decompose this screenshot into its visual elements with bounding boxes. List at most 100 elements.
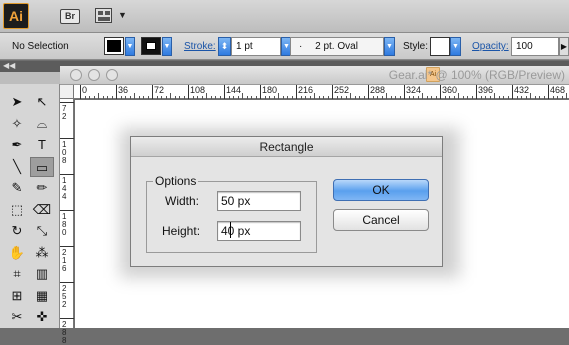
pencil-icon[interactable]: ✏ xyxy=(30,178,54,198)
type-tool-icon[interactable]: T xyxy=(30,135,54,155)
stroke-weight-stepper-icon[interactable]: ⬍ xyxy=(218,37,231,56)
arrange-documents-icon[interactable] xyxy=(95,8,112,23)
stroke-weight-field[interactable]: 1 pt xyxy=(231,37,281,56)
ruler-minor-tick xyxy=(102,96,104,99)
ruler-minor-tick xyxy=(89,96,90,99)
lasso-icon[interactable]: ⌓ xyxy=(30,114,54,134)
ruler-minor-tick xyxy=(84,96,86,99)
ruler-minor-tick xyxy=(201,96,203,99)
brush-definition-field[interactable]: · 2 pt. Oval xyxy=(290,37,384,56)
direct-selection-tool-icon[interactable]: ↖ xyxy=(30,92,54,112)
fill-dropdown-caret-icon[interactable]: ▼ xyxy=(125,37,135,56)
ruler-tick xyxy=(188,85,189,99)
ruler-minor-tick xyxy=(431,96,432,99)
opacity-field[interactable]: 100 xyxy=(511,37,559,56)
ruler-minor-tick xyxy=(318,96,320,99)
stroke-label[interactable]: Stroke: xyxy=(184,41,216,52)
ruler-label: 7 2 xyxy=(62,104,67,121)
magic-wand-icon[interactable]: ✧ xyxy=(5,114,29,134)
fill-swatch[interactable] xyxy=(104,37,124,55)
eraser-icon[interactable]: ⌫ xyxy=(30,200,54,220)
ruler-minor-tick xyxy=(192,96,194,99)
ruler-minor-tick xyxy=(467,96,468,99)
ruler-label: 72 xyxy=(154,85,165,95)
graph-tool-icon[interactable]: ▥ xyxy=(30,264,54,284)
ruler-minor-tick xyxy=(278,93,279,99)
ruler-tick xyxy=(332,85,333,99)
ruler-tick xyxy=(260,85,261,99)
ruler-minor-tick xyxy=(557,96,558,99)
zoom-window-icon[interactable] xyxy=(106,69,118,81)
warp-tool-icon[interactable]: ✋ xyxy=(5,243,29,263)
graphic-style-swatch[interactable] xyxy=(430,37,450,56)
bridge-button[interactable]: Br xyxy=(60,9,80,24)
pen-tool-icon[interactable]: ✒ xyxy=(5,135,29,155)
ruler-minor-tick xyxy=(165,96,167,99)
ruler-minor-tick xyxy=(98,93,99,99)
ruler-minor-tick xyxy=(372,96,374,99)
eyedropper-icon[interactable]: ✂ xyxy=(5,307,29,327)
ruler-tick xyxy=(60,174,74,175)
width-input[interactable]: 50 px xyxy=(217,191,301,211)
ruler-minor-tick xyxy=(251,96,252,99)
ruler-label: 2 5 2 xyxy=(62,284,67,309)
free-transform-icon[interactable]: ⁂ xyxy=(30,243,54,263)
style-label: Style: xyxy=(403,41,429,52)
document-title: Gear.ai* @ 100% (RGB/Preview) xyxy=(388,68,565,82)
symbol-sprayer-icon[interactable]: ⌗ xyxy=(5,264,29,284)
ruler-minor-tick xyxy=(485,96,486,99)
opacity-label[interactable]: Opacity: xyxy=(472,41,509,52)
ruler-origin[interactable] xyxy=(60,85,74,99)
ruler-minor-tick xyxy=(336,96,338,99)
ruler-minor-tick xyxy=(386,93,387,99)
ruler-minor-tick xyxy=(327,96,329,99)
ruler-minor-tick xyxy=(174,96,176,99)
brush-dropdown-caret-icon[interactable]: ▼ xyxy=(384,37,395,56)
blob-brush-icon[interactable]: ⬚ xyxy=(5,200,29,220)
ruler-minor-tick xyxy=(507,96,509,99)
vertical-ruler[interactable]: 7 2 1 0 8 1 4 4 1 8 0 2 1 6 2 5 2 2 8 8 xyxy=(60,85,74,345)
rotate-tool-icon[interactable]: ↻ xyxy=(5,221,29,241)
ruler-minor-tick xyxy=(377,96,378,99)
ruler-tick xyxy=(404,85,405,99)
control-bar: No Selection ▼ ▼ Stroke: ⬍ 1 pt ▼ · 2 pt… xyxy=(0,33,569,60)
line-tool-icon[interactable]: ╲ xyxy=(5,157,29,177)
ruler-tick xyxy=(60,318,74,319)
stroke-color-dropdown-caret-icon[interactable]: ▼ xyxy=(162,37,172,56)
ruler-label: 2 8 8 xyxy=(62,320,67,345)
ruler-minor-tick xyxy=(503,96,504,99)
ruler-tick xyxy=(368,85,369,99)
ruler-minor-tick xyxy=(125,96,126,99)
gradient-tool-icon[interactable]: ▦ xyxy=(30,286,54,306)
arrange-dropdown-caret-icon[interactable]: ▼ xyxy=(118,10,127,20)
cancel-button[interactable]: Cancel xyxy=(333,209,429,231)
ruler-minor-tick xyxy=(282,96,284,99)
ruler-minor-tick xyxy=(462,96,464,99)
ruler-minor-tick xyxy=(494,93,495,99)
scale-tool-icon[interactable]: ⤡ xyxy=(30,221,54,241)
ruler-label: 252 xyxy=(334,85,350,95)
horizontal-ruler[interactable]: 0 36 72 108 144 180 216 252 288 324 360 396 432 468 xyxy=(74,85,569,99)
opacity-arrow-icon[interactable]: ▶ xyxy=(559,37,569,56)
rectangle-dialog: Rectangle Options Width: 50 px Height: 4… xyxy=(130,136,443,267)
rectangle-tool-icon[interactable]: ▭ xyxy=(30,156,54,177)
ruler-minor-tick xyxy=(183,96,185,99)
ruler-tick xyxy=(476,85,477,99)
mesh-tool-icon[interactable]: ⊞ xyxy=(5,286,29,306)
ruler-label: 432 xyxy=(514,85,530,95)
ok-button[interactable]: OK xyxy=(333,179,429,201)
paintbrush-icon[interactable]: ✎ xyxy=(5,178,29,198)
selection-status: No Selection xyxy=(12,41,69,52)
minimize-window-icon[interactable] xyxy=(88,69,100,81)
close-window-icon[interactable] xyxy=(70,69,82,81)
style-dropdown-caret-icon[interactable]: ▼ xyxy=(450,37,461,56)
selection-tool-icon[interactable]: ➤ xyxy=(5,92,29,112)
document-title-bar[interactable]: Ai Gear.ai* @ 100% (RGB/Preview) xyxy=(60,66,569,85)
ruler-minor-tick xyxy=(107,96,108,99)
collapse-panels-icon[interactable]: ◀◀ xyxy=(3,61,15,70)
blend-tool-icon[interactable]: ✜ xyxy=(30,307,54,327)
ruler-minor-tick xyxy=(156,96,158,99)
ruler-minor-tick xyxy=(120,96,122,99)
stroke-swatch[interactable] xyxy=(141,37,161,55)
tools-panel-header[interactable] xyxy=(0,72,60,84)
